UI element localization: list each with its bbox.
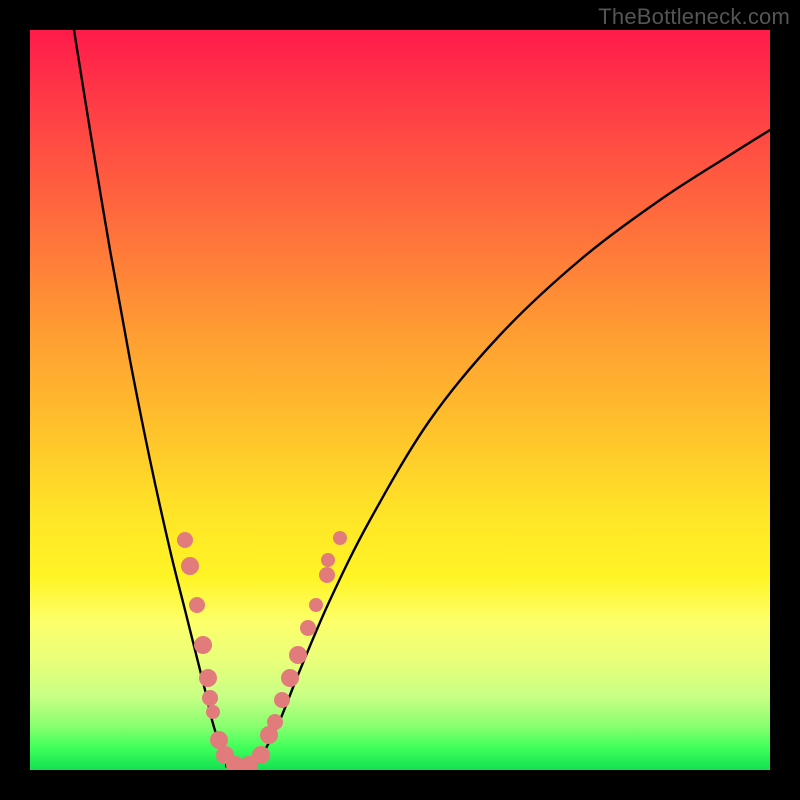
plot-area — [30, 30, 770, 770]
watermark-text: TheBottleneck.com — [598, 4, 790, 30]
data-point-group — [177, 531, 347, 770]
data-point — [281, 669, 299, 687]
chart-frame: TheBottleneck.com — [0, 0, 800, 800]
data-point — [300, 620, 316, 636]
data-point — [309, 598, 323, 612]
data-point — [289, 646, 307, 664]
data-point — [189, 597, 205, 613]
data-point — [274, 692, 290, 708]
curve-svg — [30, 30, 770, 770]
bottleneck-curve — [74, 30, 770, 768]
data-point — [177, 532, 193, 548]
data-point — [181, 557, 199, 575]
data-point — [199, 669, 217, 687]
data-point — [267, 714, 283, 730]
data-point — [194, 636, 212, 654]
data-point — [321, 553, 335, 567]
data-point — [333, 531, 347, 545]
data-point — [206, 705, 220, 719]
data-point — [319, 567, 335, 583]
data-point — [252, 746, 270, 764]
data-point — [202, 690, 218, 706]
